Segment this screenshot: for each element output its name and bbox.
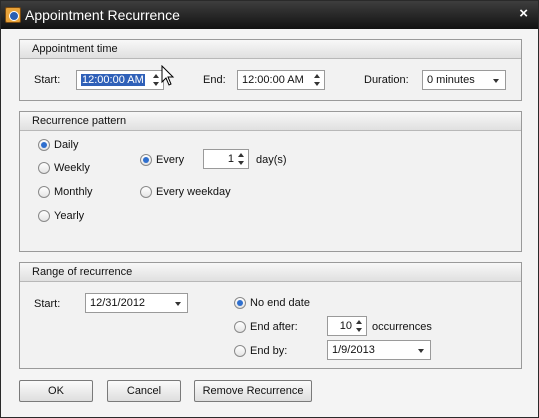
range-start-date-select[interactable]: 12/31/2012 bbox=[85, 293, 188, 313]
duration-value: 0 minutes bbox=[427, 74, 475, 86]
cancel-button[interactable]: Cancel bbox=[107, 380, 181, 402]
start-time-label: Start: bbox=[34, 74, 61, 86]
end-time-value: 12:00:00 AM bbox=[242, 74, 304, 86]
radio-daily-label: Daily bbox=[54, 139, 79, 151]
every-days-value: 1 bbox=[227, 153, 234, 165]
range-of-recurrence-header: Range of recurrence bbox=[20, 263, 521, 282]
recurrence-pattern-group: Recurrence pattern Daily Weekly Monthly … bbox=[19, 111, 522, 252]
chevron-down-icon[interactable] bbox=[175, 302, 181, 306]
radio-icon bbox=[234, 345, 246, 357]
occurrences-spinner-icon[interactable] bbox=[356, 319, 364, 333]
range-start-date-value: 12/31/2012 bbox=[90, 297, 146, 309]
mouse-cursor-icon bbox=[161, 65, 175, 86]
appointment-time-group: Appointment time Start: 12:00:00 AM End:… bbox=[19, 39, 522, 101]
ok-button[interactable]: OK bbox=[19, 380, 93, 402]
radio-icon bbox=[38, 162, 50, 174]
days-suffix-label: day(s) bbox=[256, 154, 287, 166]
radio-icon bbox=[234, 297, 246, 309]
end-by-date-select[interactable]: 1/9/2013 bbox=[327, 340, 431, 360]
appointment-recurrence-dialog: Appointment Recurrence × Appointment tim… bbox=[0, 0, 539, 418]
radio-icon bbox=[140, 186, 152, 198]
start-time-input[interactable]: 12:00:00 AM bbox=[76, 70, 164, 90]
close-icon[interactable]: × bbox=[519, 5, 528, 22]
every-days-stepper[interactable]: 1 bbox=[203, 149, 249, 169]
chevron-down-icon[interactable] bbox=[493, 79, 499, 83]
radio-every-label: Every bbox=[156, 154, 185, 166]
start-time-spinner-icon[interactable] bbox=[153, 73, 161, 87]
window-title: Appointment Recurrence bbox=[25, 7, 180, 23]
radio-weekly-label: Weekly bbox=[54, 162, 90, 174]
occurrences-label: occurrences bbox=[372, 321, 432, 333]
radio-icon bbox=[234, 321, 246, 333]
title-bar: Appointment Recurrence × bbox=[1, 1, 538, 29]
every-days-spinner-icon[interactable] bbox=[238, 152, 246, 166]
radio-icon bbox=[38, 139, 50, 151]
radio-yearly-label: Yearly bbox=[54, 210, 85, 222]
radio-end-by-label: End by: bbox=[250, 345, 288, 357]
end-time-spinner-icon[interactable] bbox=[314, 73, 322, 87]
end-by-date-value: 1/9/2013 bbox=[332, 344, 375, 356]
radio-end-after-label: End after: bbox=[250, 321, 298, 333]
occurrences-stepper[interactable]: 10 bbox=[327, 316, 367, 336]
duration-select[interactable]: 0 minutes bbox=[422, 70, 506, 90]
appointment-time-header: Appointment time bbox=[20, 40, 521, 59]
radio-no-end-date-label: No end date bbox=[250, 297, 310, 309]
duration-label: Duration: bbox=[364, 74, 409, 86]
range-of-recurrence-group: Range of recurrence Start: 12/31/2012 No… bbox=[19, 262, 522, 369]
range-start-label: Start: bbox=[34, 298, 61, 310]
start-time-value: 12:00:00 AM bbox=[81, 74, 145, 86]
app-icon bbox=[5, 7, 21, 23]
recurrence-pattern-header: Recurrence pattern bbox=[20, 112, 521, 131]
radio-icon bbox=[140, 154, 152, 166]
radio-monthly-label: Monthly bbox=[54, 186, 93, 198]
remove-recurrence-button[interactable]: Remove Recurrence bbox=[194, 380, 312, 402]
radio-every-weekday-label: Every weekday bbox=[156, 186, 231, 198]
occurrences-value: 10 bbox=[339, 320, 352, 332]
end-time-label: End: bbox=[203, 74, 226, 86]
end-time-input[interactable]: 12:00:00 AM bbox=[237, 70, 325, 90]
radio-icon bbox=[38, 210, 50, 222]
chevron-down-icon[interactable] bbox=[418, 349, 424, 353]
radio-icon bbox=[38, 186, 50, 198]
